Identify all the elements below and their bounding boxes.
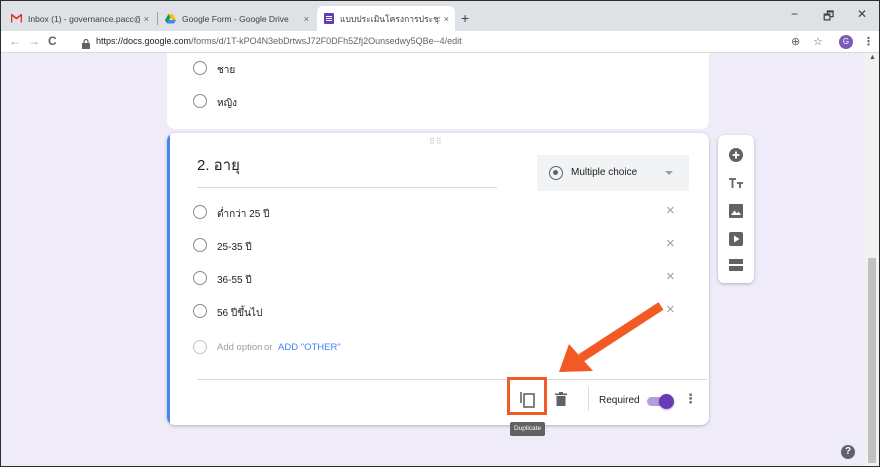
option-label[interactable]: ต่ำกว่า 25 ปี [217,207,269,222]
scrollbar-thumb[interactable] [868,258,876,463]
radio-button[interactable] [193,205,207,219]
drag-handle-icon[interactable]: ⠿⠿ [429,137,443,146]
page-scrollbar[interactable]: ▲ [865,53,879,466]
option-label[interactable]: 56 ปีขึ้นไป [217,306,262,321]
add-question-icon[interactable] [728,147,744,163]
option-label: หญิง [217,98,237,109]
lock-icon [82,36,92,49]
gmail-icon [11,13,22,24]
required-label: Required [599,395,640,406]
image-icon[interactable] [728,203,744,219]
tab-google-form[interactable]: แบบประเมินโครงการประชุมเชิงปฏิบัติการ × [317,6,455,31]
reload-button[interactable]: C [48,34,57,48]
tab-close-icon[interactable]: × [304,14,309,24]
zoom-icon[interactable]: ⊕ [791,35,800,48]
option-label[interactable]: 36-55 ปี [217,273,252,288]
question-card[interactable]: ⠿⠿ 2. อายุ Multiple choice ต่ำกว่า 25 ปี… [167,133,709,425]
form-editor-page: ชาย หญิง ⠿⠿ 2. อายุ Multiple choice ต่ำก… [1,53,865,466]
tab-close-icon[interactable]: × [444,14,449,24]
remove-option-icon[interactable]: × [666,235,675,252]
section-icon[interactable] [728,257,744,273]
url-path: /forms/d/1T-kPO4N3ebDrtwsJ72F0DFh5Zfj2Ou… [191,36,462,46]
dropdown-arrow-icon [665,171,673,175]
radio-button[interactable] [193,238,207,252]
minimize-button[interactable]: − [791,7,798,21]
new-tab-button[interactable]: + [461,10,469,26]
option-label: ชาย [217,65,236,76]
remove-option-icon[interactable]: × [666,202,675,219]
question-title[interactable]: 2. อายุ [197,153,240,177]
forward-button[interactable]: → [28,34,40,48]
profile-avatar[interactable]: G [839,35,853,49]
add-other-link[interactable]: ADD "OTHER" [278,342,341,353]
scroll-up-arrow-icon[interactable]: ▲ [869,54,876,61]
tab-title: แบบประเมินโครงการประชุมเชิงปฏิบัติการ [340,13,440,24]
radio-button[interactable] [193,271,207,285]
duplicate-highlight-box [507,377,547,415]
toggle-knob [659,394,674,409]
help-icon[interactable]: ? [841,445,855,459]
add-option-link[interactable]: Add option [217,342,262,353]
forms-icon [323,13,334,24]
radio-button [193,340,207,354]
radio-checked-icon [549,166,563,180]
drive-icon [165,13,176,24]
url-host: https://docs.google.com [96,36,192,46]
or-text: or [264,342,273,353]
browser-window: Inbox (1) - governance.pacc@gm × Google … [0,0,880,467]
close-window-button[interactable]: ✕ [857,7,867,21]
remove-option-icon[interactable]: × [666,301,675,318]
question-type-dropdown[interactable]: Multiple choice [537,155,689,191]
restore-button[interactable]: 🗗 [823,7,834,28]
radio-button[interactable] [193,304,207,318]
question-title-underline [197,187,497,188]
tab-title: Google Form - Google Drive [182,13,289,24]
tab-close-icon[interactable]: × [144,14,149,24]
tab-google-drive[interactable]: Google Form - Google Drive × [159,6,315,31]
tab-gmail[interactable]: Inbox (1) - governance.pacc@gm × [5,6,155,31]
required-toggle[interactable] [647,394,674,409]
back-button[interactable]: ← [9,34,21,48]
remove-option-icon[interactable]: × [666,268,675,285]
browser-menu-icon[interactable]: ⋮ [863,35,874,48]
delete-icon[interactable] [555,392,567,406]
title-icon[interactable] [728,175,744,191]
footer-separator [588,387,589,411]
card-footer-divider [197,379,707,380]
previous-question-card: ชาย หญิง [167,53,709,129]
radio-button[interactable] [193,94,207,108]
tab-strip: Inbox (1) - governance.pacc@gm × Google … [1,1,879,31]
browser-toolbar: ← → C https://docs.google.com/forms/d/1T… [1,31,879,53]
tab-divider [157,12,158,25]
option-label[interactable]: 25-35 ปี [217,240,252,255]
radio-button[interactable] [193,61,207,75]
address-bar[interactable]: https://docs.google.com/forms/d/1T-kPO4N… [96,36,462,46]
video-icon[interactable] [728,231,744,247]
tab-title: Inbox (1) - governance.pacc@gm [28,13,140,24]
more-options-icon[interactable]: ⋮ [684,391,697,407]
duplicate-tooltip: Duplicate [510,422,546,436]
bookmark-star-icon[interactable]: ☆ [813,35,823,48]
question-toolbar [718,135,754,283]
question-type-label: Multiple choice [571,167,638,178]
active-card-indicator [167,133,170,425]
